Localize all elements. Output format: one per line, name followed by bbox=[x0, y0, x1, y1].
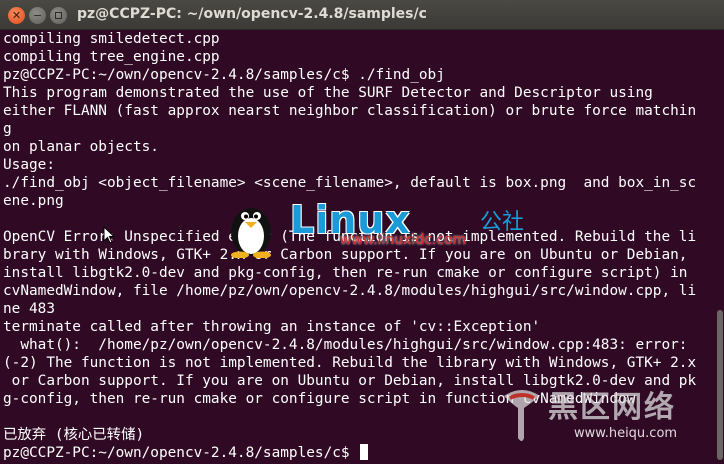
minimize-button[interactable]: − bbox=[29, 7, 46, 24]
heiqu-corner-logo: 黑区网络 www.heiqu.com bbox=[500, 376, 724, 464]
terminal-line: pz@CCPZ-PC:~/own/opencv-2.4.8/samples/c$… bbox=[3, 67, 445, 83]
terminal-line: ./find_obj <object_filename> <scene_file… bbox=[3, 175, 697, 191]
terminal-line: either FLANN (fast approx nearst neighbo… bbox=[3, 103, 697, 119]
terminal-line: (-2) The function is not implemented. Re… bbox=[3, 355, 697, 371]
terminal-line: ne 483 bbox=[3, 301, 55, 317]
terminal-line: Usage: bbox=[3, 157, 55, 173]
terminal-line: ene.png bbox=[3, 193, 64, 209]
watermark-brand-cn: 公社 bbox=[480, 210, 525, 235]
window-title: pz@CCPZ-PC: ~/own/opencv-2.4.8/samples/c bbox=[77, 6, 427, 22]
title-bar[interactable]: ✕ − pz@CCPZ-PC: ~/own/opencv-2.4.8/sampl… bbox=[0, 0, 724, 30]
terminal-window: ✕ − pz@CCPZ-PC: ~/own/opencv-2.4.8/sampl… bbox=[0, 0, 724, 464]
terminal-line: what(): /home/pz/own/opencv-2.4.8/module… bbox=[3, 337, 688, 353]
terminal-line: g bbox=[3, 121, 12, 137]
maximize-button[interactable] bbox=[50, 7, 67, 24]
heiqu-logo-icon bbox=[504, 390, 540, 441]
minimize-icon: − bbox=[32, 9, 43, 22]
terminal-line: This program demonstrated the use of the… bbox=[3, 85, 653, 101]
terminal-line: 已放弃 (核心已转储) bbox=[3, 427, 145, 443]
shell-prompt: pz@CCPZ-PC:~/own/opencv-2.4.8/samples/c$ bbox=[3, 445, 359, 461]
mouse-pointer-icon bbox=[103, 226, 115, 244]
terminal-line: terminate called after throwing an insta… bbox=[3, 319, 541, 335]
maximize-icon bbox=[55, 12, 62, 19]
text-cursor bbox=[360, 444, 369, 460]
close-button[interactable]: ✕ bbox=[8, 7, 25, 24]
terminal-prompt-line[interactable]: pz@CCPZ-PC:~/own/opencv-2.4.8/samples/c$ bbox=[3, 444, 369, 462]
linuxidc-watermark: Linux 公社 www.linuxidc.com bbox=[218, 198, 578, 258]
close-icon: ✕ bbox=[11, 9, 22, 22]
terminal-line: on planar objects. bbox=[3, 139, 159, 155]
terminal-line: compiling tree_engine.cpp bbox=[3, 49, 220, 65]
terminal-line: install libgtk2.0-dev and pkg-config, th… bbox=[3, 265, 688, 281]
watermark-url: www.linuxidc.com bbox=[340, 232, 467, 248]
corner-logo-text: 黑区网络 bbox=[548, 390, 676, 425]
corner-logo-url: www.heiqu.com bbox=[574, 426, 678, 441]
terminal-line: compiling smiledetect.cpp bbox=[3, 31, 220, 47]
terminal-line: cvNamedWindow, file /home/pz/own/opencv-… bbox=[3, 283, 697, 299]
tux-penguin-icon bbox=[231, 208, 271, 258]
